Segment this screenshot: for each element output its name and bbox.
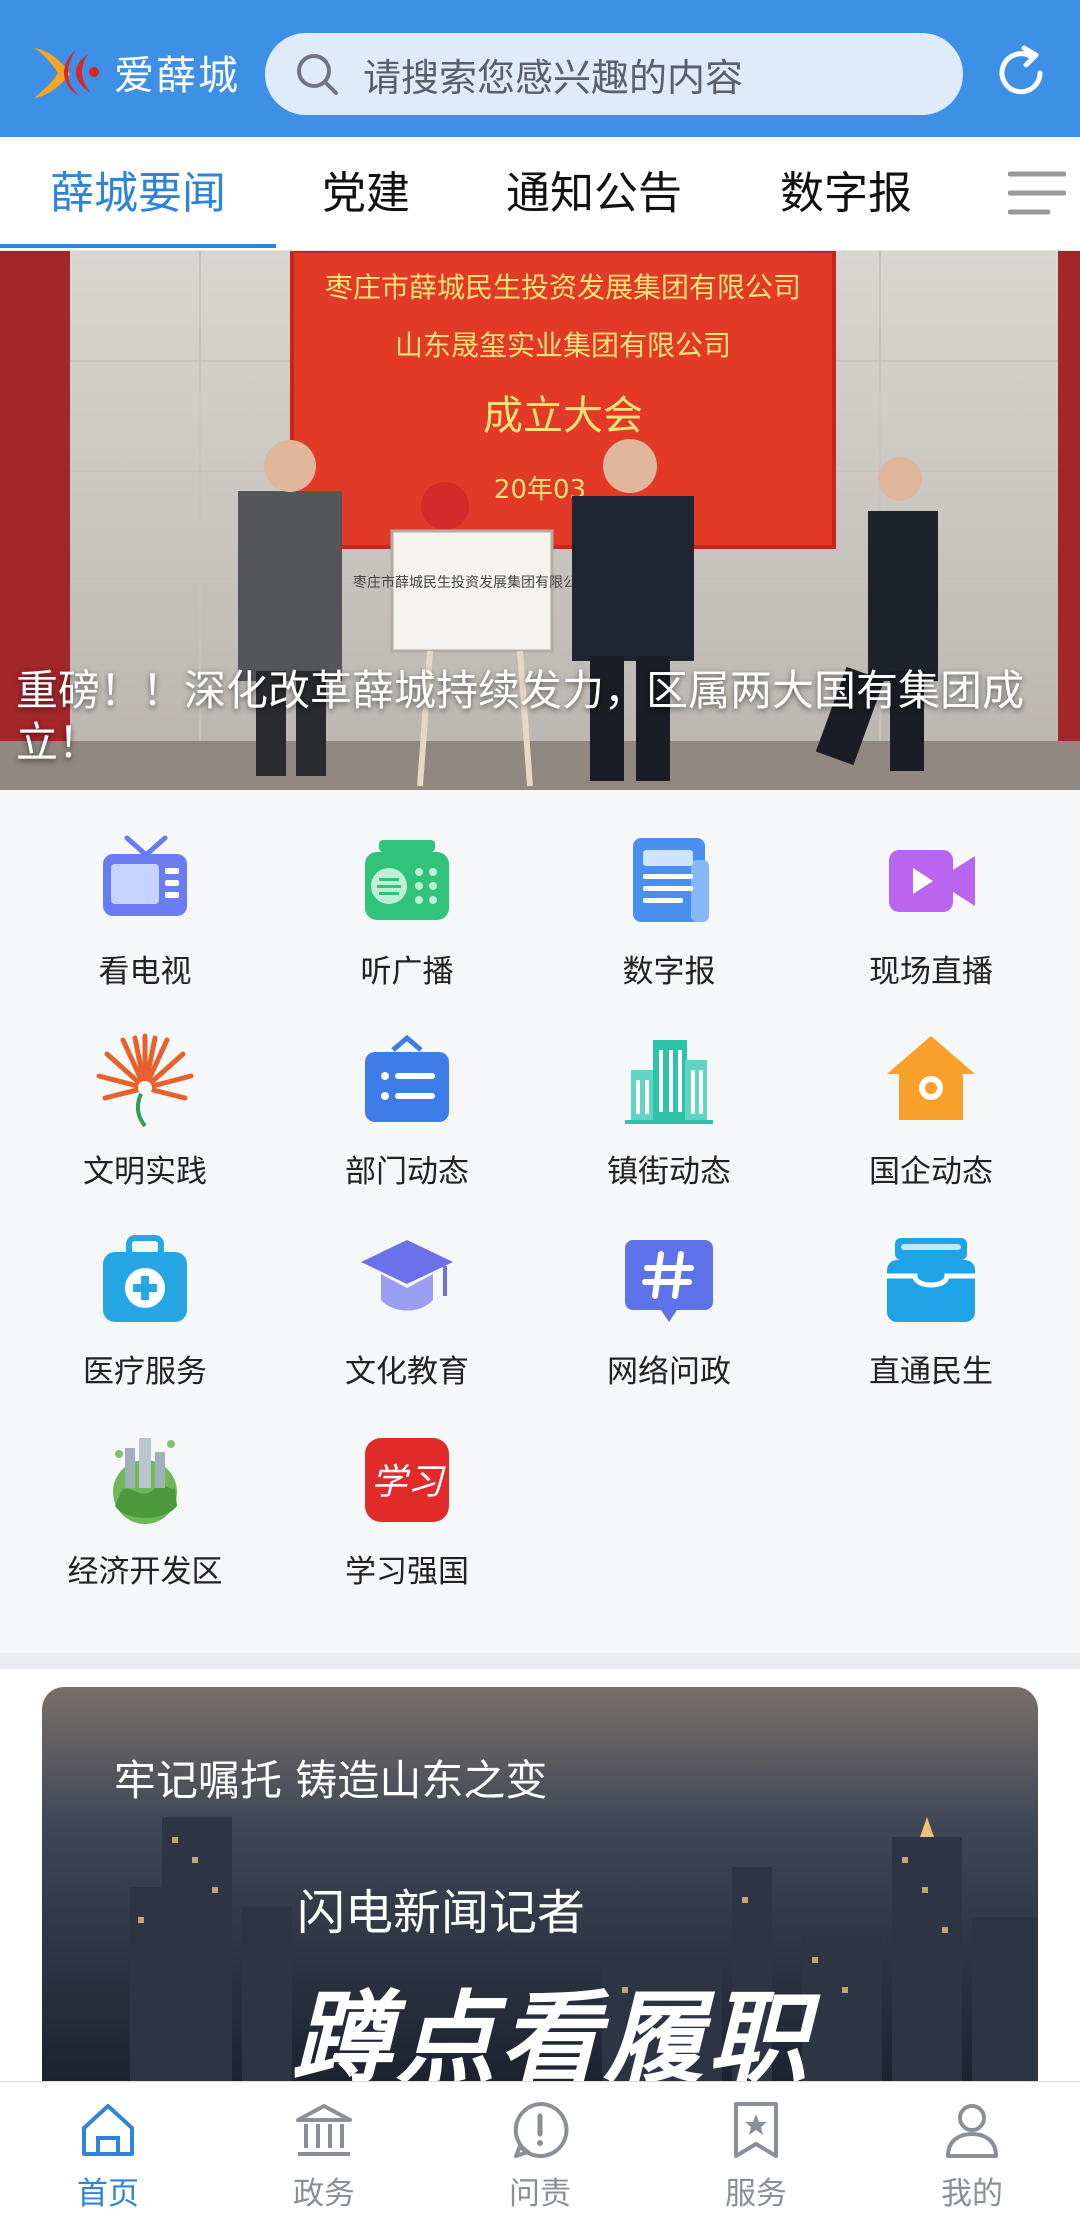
grid-label: 现场直播 (869, 954, 993, 990)
grid-label: 经济开发区 (67, 1554, 223, 1590)
banner-plaque-text: 枣庄市薛城民生投资发展集团有限公司 (353, 574, 591, 591)
app-logo[interactable]: 爱薛城 (30, 40, 240, 104)
medical-kit-icon (103, 1235, 187, 1322)
nav-services[interactable]: 服务 (648, 2082, 864, 2218)
grid-label: 部门动态 (345, 1154, 469, 1190)
nav-profile[interactable]: 我的 (864, 2082, 1080, 2218)
grid-item-civilization[interactable]: 文明实践 (14, 990, 276, 1190)
eco-city-icon (113, 1438, 177, 1524)
nav-label: 问责 (509, 2176, 571, 2212)
newspaper-icon (633, 838, 709, 922)
grid-label: 学习强国 (345, 1554, 469, 1590)
grid-item-medical[interactable]: 医疗服务 (14, 1190, 276, 1390)
grid-item-culture-education[interactable]: 文化教育 (276, 1190, 538, 1390)
feature-subtitle: 牢记嘱托 铸造山东之变 (114, 1756, 548, 1805)
xuexi-icon-text: 学习 (371, 1462, 446, 1503)
user-icon (946, 2104, 998, 2158)
category-tabs: 薛城要闻 党建 通知公告 数字报 (0, 137, 1080, 251)
inbox-icon (887, 1238, 975, 1322)
house-icon (887, 1036, 975, 1120)
refresh-icon[interactable] (990, 42, 1052, 104)
xuexi-icon: 学习 (365, 1438, 449, 1522)
grid-item-livelihood[interactable]: 直通民生 (800, 1190, 1062, 1390)
radio-icon (365, 840, 449, 920)
logo-text: 爱薛城 (114, 53, 240, 99)
grid-item-soe[interactable]: 国企动态 (800, 990, 1062, 1190)
video-icon (889, 850, 975, 912)
grid-item-digital-paper[interactable]: 数字报 (538, 790, 800, 990)
grid-item-town-street[interactable]: 镇街动态 (538, 990, 800, 1190)
tab-party-building[interactable]: 党建 (276, 137, 456, 251)
bookmark-star-icon (734, 2102, 778, 2158)
grid-label: 国企动态 (869, 1154, 993, 1190)
alert-icon (513, 2101, 569, 2158)
grid-item-department[interactable]: 部门动态 (276, 990, 538, 1190)
feature-section: 牢记嘱托 铸造山东之变 闪电新闻记者 蹲点看履职 (0, 1669, 1080, 2081)
briefcase-icon (365, 1034, 449, 1122)
flower-icon (96, 1033, 194, 1128)
headline-banner[interactable]: 枣庄市薛城民生投资发展集团有限公司 山东晟玺实业集团有限公司 成立大会 20年0… (0, 251, 1080, 790)
feature-card[interactable]: 牢记嘱托 铸造山东之变 闪电新闻记者 蹲点看履职 (42, 1687, 1038, 2081)
grid-label: 镇街动态 (607, 1154, 731, 1190)
section-divider (0, 1653, 1080, 1669)
tv-icon (103, 835, 187, 916)
tab-notices[interactable]: 通知公告 (456, 137, 732, 251)
nav-label: 政务 (293, 2176, 355, 2212)
home-icon (82, 2104, 134, 2156)
graduation-cap-icon (361, 1240, 453, 1311)
hashtag-icon (625, 1240, 713, 1322)
grid-label: 看电视 (98, 954, 192, 990)
logo-mark-icon (34, 48, 99, 98)
nav-accountability[interactable]: 问责 (432, 2082, 648, 2218)
banner-screen-line2: 山东晟玺实业集团有限公司 (395, 329, 731, 362)
buildings-icon (625, 1040, 713, 1124)
active-tab-indicator (0, 244, 276, 248)
nav-label: 服务 (725, 2176, 787, 2212)
app-header: 爱薛城 请搜索您感兴趣的内容 (0, 0, 1080, 137)
grid-item-econ-zone[interactable]: 经济开发区 (14, 1390, 276, 1590)
grid-item-radio[interactable]: 听广播 (276, 790, 538, 990)
search-icon (297, 54, 338, 95)
menu-icon[interactable] (1008, 170, 1066, 216)
bottom-nav: 首页 政务 问责 服务 我的 (0, 2081, 1080, 2218)
banner-screen-line3: 成立大会 (483, 393, 643, 439)
search-placeholder: 请搜索您感兴趣的内容 (363, 55, 744, 100)
feature-title: 蹲点看履职 (292, 1980, 812, 2081)
grid-item-tv[interactable]: 看电视 (14, 790, 276, 990)
grid-item-online-inquiry[interactable]: 网络问政 (538, 1190, 800, 1390)
banner-headline: 重磅！！深化改革薛城持续发力，区属两大国有集团成立！ (16, 666, 1025, 767)
grid-label: 网络问政 (607, 1354, 731, 1390)
tab-xuecheng-news[interactable]: 薛城要闻 (0, 137, 276, 251)
grid-label: 文明实践 (83, 1154, 207, 1190)
grid-item-xuexi[interactable]: 学习 学习强国 (276, 1390, 538, 1590)
nav-label: 我的 (941, 2176, 1003, 2212)
tab-digital-paper[interactable]: 数字报 (732, 137, 960, 251)
nav-label: 首页 (77, 2176, 139, 2212)
grid-label: 文化教育 (345, 1354, 469, 1390)
grid-item-live[interactable]: 现场直播 (800, 790, 1062, 990)
feature-grid: 看电视 听广播 数字报 现场直播 文明实践 部门动态 镇街动态 国企动态 医疗服… (0, 790, 1080, 1653)
government-icon (296, 2104, 352, 2156)
grid-label: 数字报 (622, 954, 716, 990)
grid-label: 听广播 (360, 954, 454, 990)
nav-government[interactable]: 政务 (216, 2082, 432, 2218)
banner-screen-line1: 枣庄市薛城民生投资发展集团有限公司 (325, 271, 801, 304)
feature-reporter-text: 闪电新闻记者 (297, 1885, 586, 1941)
search-bar[interactable]: 请搜索您感兴趣的内容 (265, 33, 963, 115)
grid-label: 医疗服务 (83, 1354, 207, 1390)
grid-label: 直通民生 (869, 1354, 993, 1390)
nav-home[interactable]: 首页 (0, 2082, 216, 2218)
